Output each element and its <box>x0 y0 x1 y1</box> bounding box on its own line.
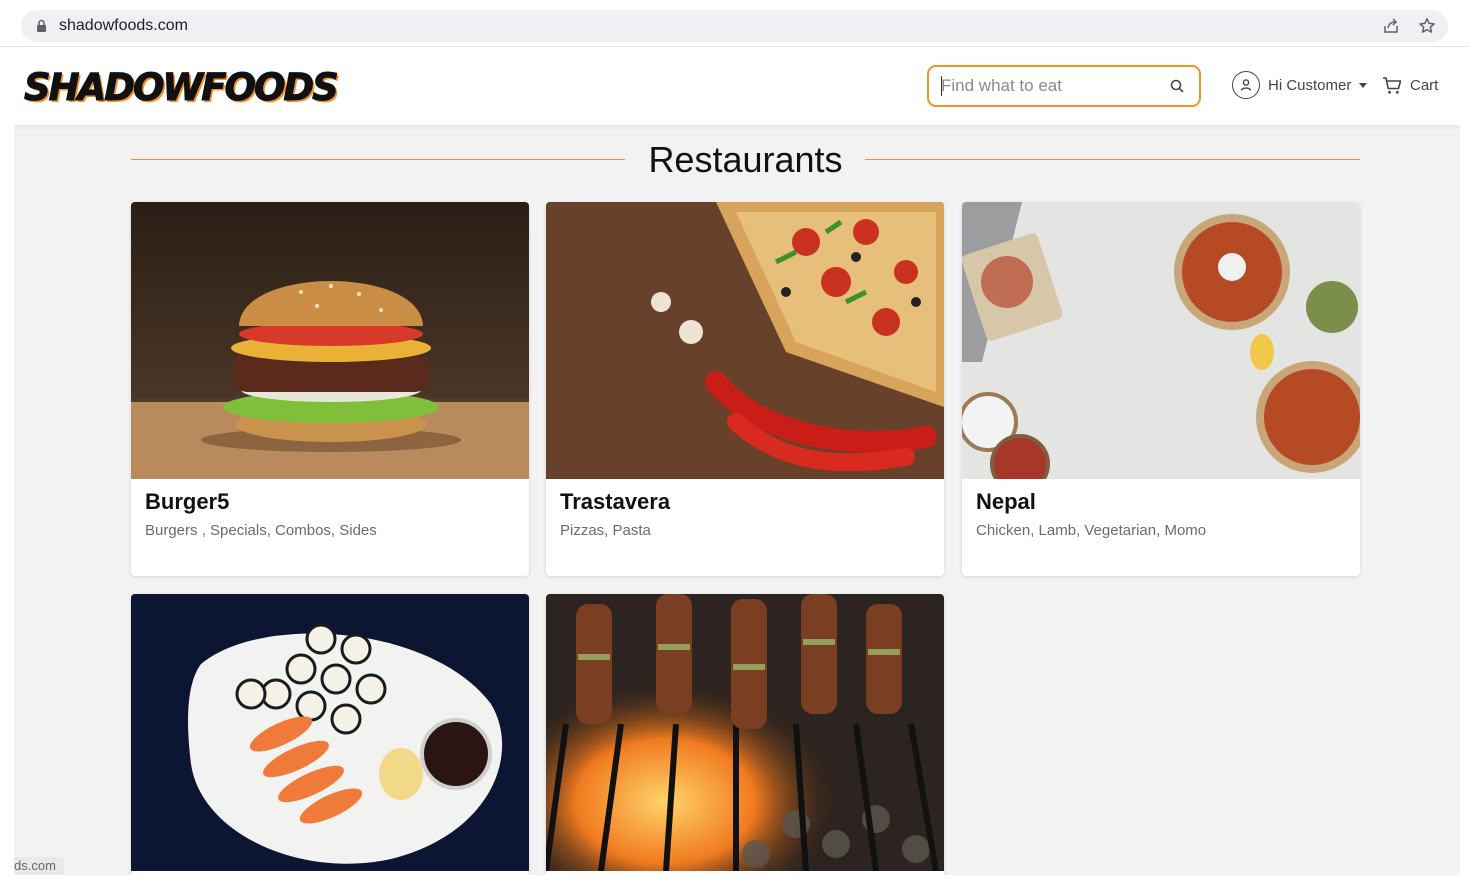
user-avatar-icon <box>1232 71 1260 99</box>
restaurant-categories: Pizzas, Pasta <box>560 522 651 539</box>
restaurant-card-sushi[interactable] <box>131 594 529 875</box>
cart-icon <box>1383 77 1402 94</box>
chevron-down-icon <box>1359 82 1368 88</box>
cart-link[interactable]: Cart <box>1382 76 1438 95</box>
address-bar[interactable]: shadowfoods.com <box>21 10 1448 42</box>
restaurant-categories: Burgers , Specials, Combos, Sides <box>145 522 377 539</box>
restaurant-categories: Chicken, Lamb, Vegetarian, Momo <box>976 522 1207 539</box>
search-box <box>927 65 1201 107</box>
site-logo[interactable]: SHADOWFOODS <box>24 65 340 109</box>
lock-icon <box>37 19 46 32</box>
address-url[interactable]: shadowfoods.com <box>59 17 188 35</box>
account-menu[interactable]: Hi Customer <box>1232 71 1368 99</box>
browser-toolbar: shadowfoods.com <box>0 0 1470 47</box>
restaurant-image <box>962 202 1360 479</box>
section-heading: Restaurants <box>131 137 1360 181</box>
status-bar-url: ds.com <box>14 857 64 875</box>
page-title: Restaurants <box>648 139 843 180</box>
restaurant-image <box>546 594 944 871</box>
star-icon[interactable] <box>1417 16 1437 36</box>
text-cursor <box>941 76 942 96</box>
restaurant-card-burger5[interactable]: Burger5 Burgers , Specials, Combos, Side… <box>131 202 529 576</box>
search-icon[interactable] <box>1169 78 1185 94</box>
restaurant-card-trastavera[interactable]: Trastavera Pizzas, Pasta <box>546 202 944 576</box>
logo-text: SHADOWFOODS <box>24 65 340 109</box>
restaurant-name: Burger5 <box>145 489 230 514</box>
restaurant-image <box>131 594 529 871</box>
restaurant-name: Nepal <box>976 489 1036 514</box>
restaurant-name: Trastavera <box>560 489 671 514</box>
account-label: Hi Customer <box>1268 76 1352 94</box>
cart-label: Cart <box>1410 77 1439 94</box>
share-icon[interactable] <box>1381 16 1401 36</box>
restaurant-image <box>546 202 944 479</box>
search-input[interactable] <box>941 75 1161 97</box>
site-header: SHADOWFOODS Hi Customer Cart <box>14 47 1460 125</box>
web-page: SHADOWFOODS Hi Customer Cart <box>14 47 1460 875</box>
restaurant-card-nepal[interactable]: Nepal Chicken, Lamb, Vegetarian, Momo <box>962 202 1360 576</box>
restaurant-card-grill[interactable] <box>546 594 944 875</box>
restaurant-image <box>131 202 529 479</box>
